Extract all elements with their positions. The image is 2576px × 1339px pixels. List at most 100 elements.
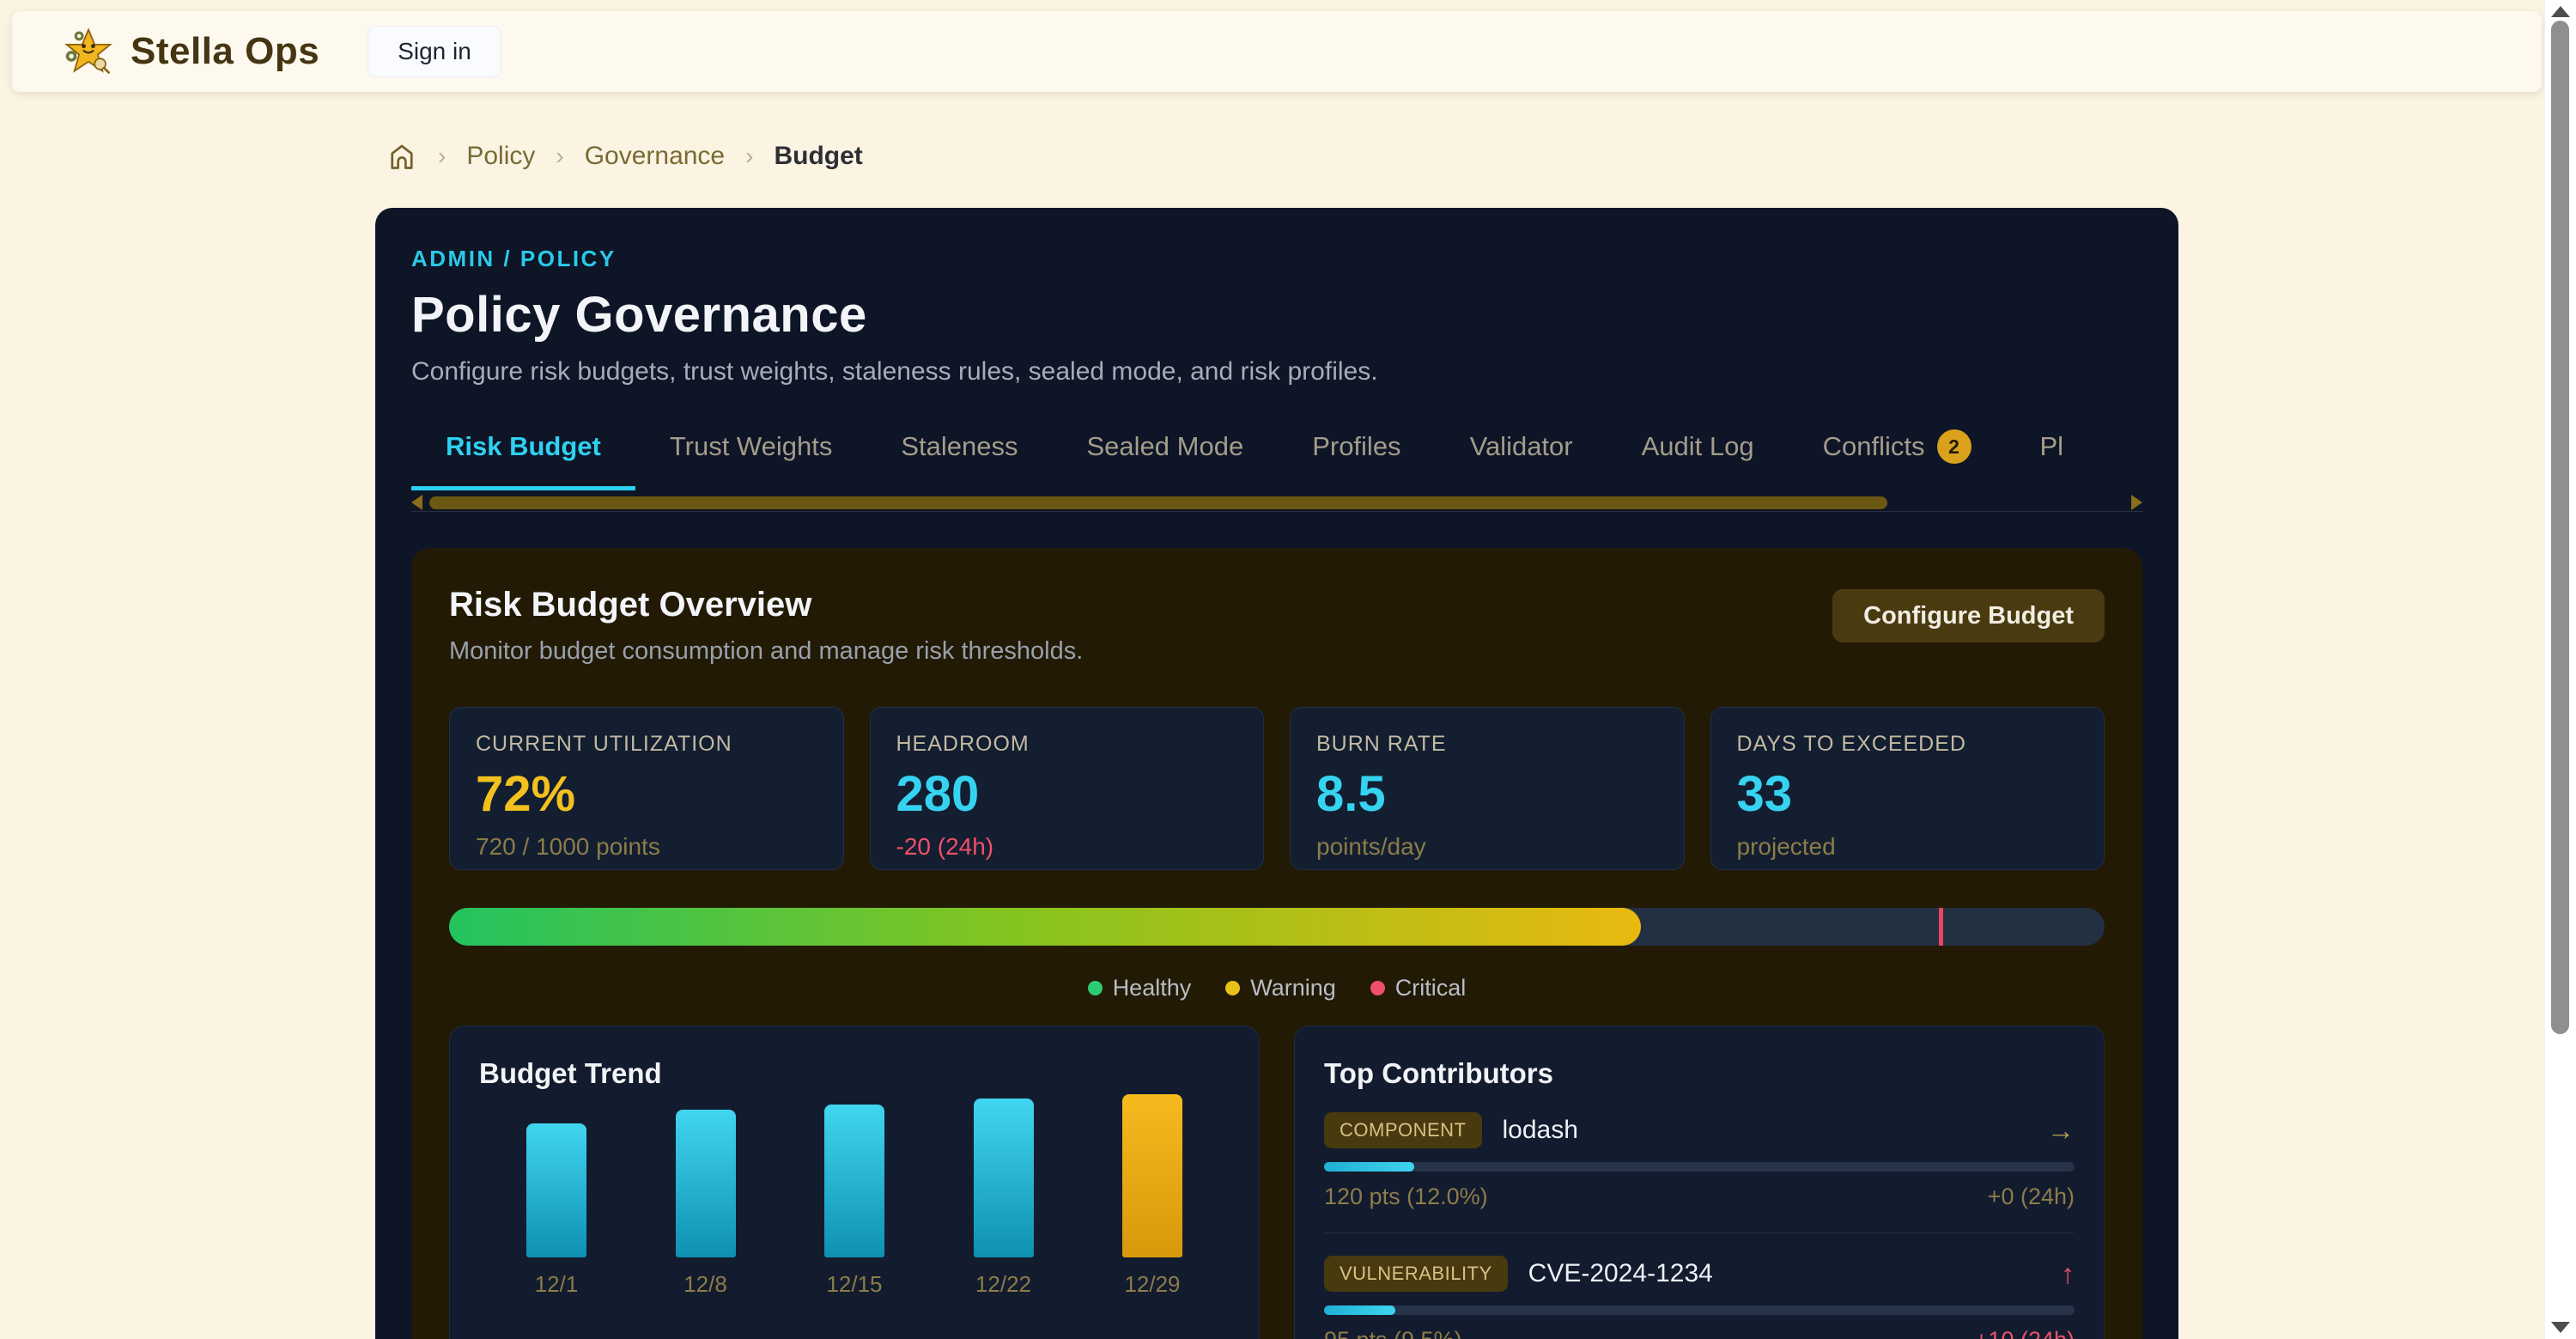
tab[interactable]: Validator xyxy=(1436,429,1607,490)
tab[interactable]: Conflicts 2 xyxy=(1789,429,2006,490)
brand-name: Stella Ops xyxy=(131,30,319,73)
configure-budget-button[interactable]: Configure Budget xyxy=(1832,589,2105,642)
stat-value: 280 xyxy=(896,765,1238,823)
stats-row: CURRENT UTILIZATION 72% 720 / 1000 point… xyxy=(449,707,2105,870)
contributor-delta: +0 (24h) xyxy=(1988,1184,2075,1210)
top-contributors-title: Top Contributors xyxy=(1324,1057,2075,1090)
legend-dot-icon xyxy=(1088,981,1103,995)
gauge-critical-threshold-marker xyxy=(1939,908,1943,946)
top-navbar: Stella Ops Sign in xyxy=(12,11,2542,92)
legend-dot-icon xyxy=(1370,981,1385,995)
page: Stella Ops Sign in › Policy › Governance… xyxy=(0,0,2576,1339)
tab[interactable]: Audit Log xyxy=(1607,429,1789,490)
stat-value: 72% xyxy=(476,765,817,823)
stat-subtext: -20 (24h) xyxy=(896,833,1238,861)
contributor-delta: +10 (24h) xyxy=(1975,1327,2075,1339)
legend-item: Healthy xyxy=(1088,975,1192,1001)
scrollbar-up-arrow-icon[interactable] xyxy=(2551,6,2570,17)
tab[interactable]: Trust Weights xyxy=(635,429,867,490)
contributor-progress-track xyxy=(1324,1162,2075,1172)
stat-label: HEADROOM xyxy=(896,732,1238,757)
overview-title: Risk Budget Overview xyxy=(449,586,1083,624)
browser-scrollbar-thumb[interactable] xyxy=(2551,21,2569,1034)
scrollbar-down-arrow-icon[interactable] xyxy=(2551,1322,2570,1333)
trend-bar-label: 12/8 xyxy=(683,1271,727,1298)
legend-dot-icon xyxy=(1225,981,1240,995)
tab-label: Conflicts xyxy=(1823,431,1925,462)
gauge-legend: Healthy Warning Critical xyxy=(449,975,2105,1001)
stat-label: BURN RATE xyxy=(1316,732,1658,757)
trend-bar-label: 12/15 xyxy=(826,1271,882,1298)
gauge-fill xyxy=(449,908,1641,946)
scroll-right-arrow-icon[interactable] xyxy=(2131,495,2142,510)
contributor-type-badge: COMPONENT xyxy=(1324,1112,1482,1148)
tabs-scrollbar[interactable] xyxy=(411,494,2142,511)
contributor-progress-track xyxy=(1324,1306,2075,1315)
stat-subtext: points/day xyxy=(1316,833,1658,861)
stat-subtext: 720 / 1000 points xyxy=(476,833,817,861)
budget-trend-chart: 12/1 12/8 12/15 12/22 12/29 xyxy=(479,1090,1230,1298)
breadcrumb-separator-icon: › xyxy=(745,143,753,170)
trend-bar-group: 12/22 xyxy=(974,1099,1034,1298)
tab[interactable]: Risk Budget xyxy=(411,429,635,490)
stat-card: CURRENT UTILIZATION 72% 720 / 1000 point… xyxy=(449,707,844,870)
contributor-row[interactable]: VULNERABILITY CVE-2024-1234 ↑ 95 pts (9.… xyxy=(1324,1256,2075,1339)
trend-bar-label: 12/1 xyxy=(535,1271,579,1298)
budget-utilization-gauge xyxy=(449,908,2105,946)
contributors-list: COMPONENT lodash → 120 pts (12.0%) +0 (2… xyxy=(1324,1112,2075,1339)
risk-budget-overview-card: Risk Budget Overview Monitor budget cons… xyxy=(411,548,2142,1339)
home-icon[interactable] xyxy=(386,141,417,172)
tabs-scrollbar-track[interactable] xyxy=(429,496,2124,509)
stat-label: DAYS TO EXCEEDED xyxy=(1737,732,2079,757)
legend-item: Critical xyxy=(1370,975,1467,1001)
page-background: Stella Ops Sign in › Policy › Governance… xyxy=(0,0,2545,1339)
contributor-points: 95 pts (9.5%) xyxy=(1324,1327,1462,1339)
breadcrumb: › Policy › Governance › Budget xyxy=(386,137,863,175)
section-eyebrow: ADMIN / POLICY xyxy=(411,246,2142,272)
contributor-points: 120 pts (12.0%) xyxy=(1324,1184,1488,1210)
legend-label: Warning xyxy=(1250,975,1336,1001)
scroll-left-arrow-icon[interactable] xyxy=(411,495,422,510)
stat-value: 8.5 xyxy=(1316,765,1658,823)
tabs-scrollbar-thumb[interactable] xyxy=(429,496,1887,509)
trend-bar xyxy=(974,1099,1034,1257)
tab[interactable]: Sealed Mode xyxy=(1053,429,1279,490)
trend-bar xyxy=(824,1105,884,1257)
tab-label: Audit Log xyxy=(1642,431,1754,462)
page-subtitle: Configure risk budgets, trust weights, s… xyxy=(411,357,2142,386)
tab-label: Trust Weights xyxy=(670,431,833,462)
trend-bar xyxy=(676,1110,736,1257)
stat-card: HEADROOM 280 -20 (24h) xyxy=(870,707,1265,870)
trend-bar xyxy=(1122,1094,1182,1257)
breadcrumb-governance[interactable]: Governance xyxy=(585,142,725,171)
browser-scrollbar[interactable] xyxy=(2545,0,2576,1339)
contributor-row[interactable]: COMPONENT lodash → 120 pts (12.0%) +0 (2… xyxy=(1324,1112,2075,1233)
stat-label: CURRENT UTILIZATION xyxy=(476,732,817,757)
row-divider xyxy=(1324,1232,2075,1233)
brand[interactable]: Stella Ops xyxy=(64,27,319,76)
top-contributors-card: Top Contributors COMPONENT lodash → 120 … xyxy=(1294,1026,2105,1339)
sign-in-button[interactable]: Sign in xyxy=(368,26,501,77)
breadcrumb-current: Budget xyxy=(774,142,862,171)
tab[interactable]: Staleness xyxy=(866,429,1052,490)
stat-subtext: projected xyxy=(1737,833,2079,861)
tab-label: Pl xyxy=(2040,431,2064,462)
tab-label: Staleness xyxy=(901,431,1018,462)
contributor-progress-fill xyxy=(1324,1162,1414,1172)
contributor-progress-fill xyxy=(1324,1306,1395,1315)
breadcrumb-policy[interactable]: Policy xyxy=(466,142,535,171)
breadcrumb-separator-icon: › xyxy=(556,143,563,170)
stat-card: DAYS TO EXCEEDED 33 projected xyxy=(1710,707,2105,870)
trend-bar-label: 12/22 xyxy=(975,1271,1031,1298)
trend-bar-group: 12/1 xyxy=(526,1123,586,1298)
tab[interactable]: Profiles xyxy=(1278,429,1435,490)
tab[interactable]: Pl xyxy=(2006,429,2099,490)
trend-bar-label: 12/29 xyxy=(1124,1271,1180,1298)
budget-trend-title: Budget Trend xyxy=(479,1057,1230,1090)
stat-card: BURN RATE 8.5 points/day xyxy=(1290,707,1685,870)
contributor-trend-arrow-icon: → xyxy=(2047,1115,2075,1147)
tab-label: Profiles xyxy=(1312,431,1400,462)
legend-label: Critical xyxy=(1395,975,1467,1001)
tab-badge: 2 xyxy=(1937,429,1971,464)
stella-ops-logo-icon xyxy=(64,27,113,76)
